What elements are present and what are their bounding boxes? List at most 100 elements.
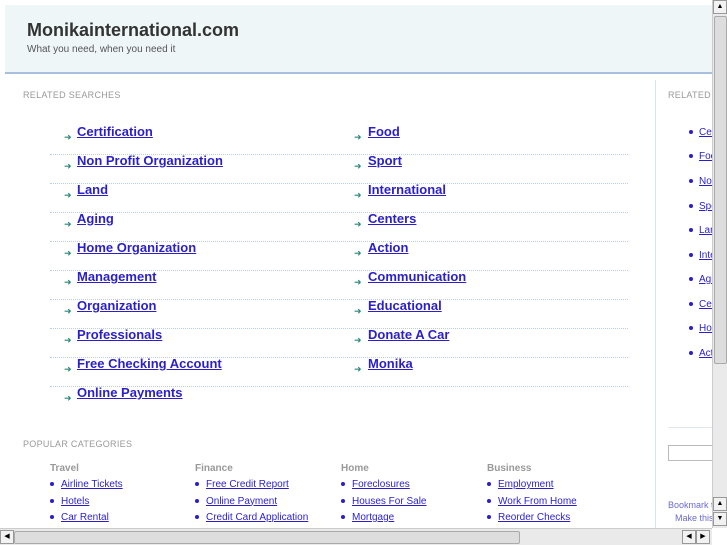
sidebar-link[interactable]: Aging: [699, 274, 712, 285]
category-item[interactable]: Mortgage: [341, 512, 394, 523]
horizontal-scroll-thumb[interactable]: [14, 531, 520, 544]
vertical-scroll-thumb[interactable]: [714, 16, 727, 364]
related-link[interactable]: Centers: [368, 211, 416, 226]
related-link[interactable]: Land: [77, 182, 108, 197]
bookmark-link[interactable]: Bookmark this page: [668, 500, 712, 510]
related-link[interactable]: Management: [77, 269, 156, 284]
sidebar-link[interactable]: International: [699, 250, 712, 261]
sidebar-item[interactable]: Home Organization: [689, 323, 712, 334]
category-link[interactable]: Foreclosures: [352, 479, 410, 490]
category-item[interactable]: Reorder Checks: [487, 512, 570, 523]
sidebar-link[interactable]: Sport: [699, 201, 712, 212]
category-link[interactable]: Free Credit Report: [206, 479, 289, 490]
sidebar-item[interactable]: Land: [689, 225, 712, 236]
category-item[interactable]: Free Credit Report: [195, 479, 289, 490]
sidebar-item[interactable]: Non Profit Organization: [689, 176, 712, 187]
arrow-icon: ➜: [64, 393, 72, 403]
arrow-icon: ➜: [354, 364, 362, 374]
arrow-icon: ➜: [64, 190, 72, 200]
sidebar-heading: RELATED: [668, 90, 711, 100]
related-link[interactable]: Non Profit Organization: [77, 153, 223, 168]
category-title: Business: [487, 463, 532, 474]
related-link[interactable]: Aging: [77, 211, 114, 226]
arrow-icon: ➜: [64, 306, 72, 316]
related-row: ➜ Non Profit Organization ➜ Sport: [50, 153, 628, 184]
related-link[interactable]: Organization: [77, 298, 156, 313]
category-link[interactable]: Mortgage: [352, 512, 394, 523]
related-row: ➜ Home Organization ➜ Action: [50, 240, 628, 271]
category-link[interactable]: Hotels: [61, 496, 89, 507]
category-item[interactable]: Work From Home: [487, 496, 577, 507]
arrow-icon: ➜: [354, 190, 362, 200]
scroll-left-icon[interactable]: ◀: [0, 530, 14, 544]
sidebar-link[interactable]: Home Organization: [699, 323, 712, 334]
sidebar-link[interactable]: Non Profit Organization: [699, 176, 712, 187]
related-row: ➜ Aging ➜ Centers: [50, 211, 628, 242]
scroll-down-icon[interactable]: ▼: [713, 512, 727, 526]
category-item[interactable]: Online Payment: [195, 496, 277, 507]
related-link[interactable]: Monika: [368, 356, 413, 371]
bullet-icon: [50, 482, 54, 487]
category-title: Finance: [195, 463, 233, 474]
sidebar-item[interactable]: Aging: [689, 274, 712, 285]
category-title: Home: [341, 463, 369, 474]
bullet-icon: [50, 498, 54, 503]
scroll-left-icon[interactable]: ◀: [682, 530, 696, 544]
popular-categories-heading: POPULAR CATEGORIES: [23, 439, 133, 449]
sidebar-link[interactable]: Land: [699, 225, 712, 236]
sidebar-link[interactable]: Certification: [699, 127, 712, 138]
category-link[interactable]: Houses For Sale: [352, 496, 426, 507]
related-link[interactable]: Food: [368, 124, 400, 139]
scroll-right-icon[interactable]: ▶: [696, 530, 710, 544]
related-link[interactable]: Professionals: [77, 327, 162, 342]
sidebar-link[interactable]: Action: [699, 348, 712, 359]
category-link[interactable]: Online Payment: [206, 496, 277, 507]
sidebar-item[interactable]: Action: [689, 348, 712, 359]
scroll-up-icon[interactable]: ▲: [713, 0, 727, 14]
category-link[interactable]: Reorder Checks: [498, 512, 570, 523]
homepage-link[interactable]: Make this your homepage: [675, 513, 712, 523]
category-link[interactable]: Work From Home: [498, 496, 577, 507]
sidebar-item[interactable]: Sport: [689, 201, 712, 212]
category-link[interactable]: Airline Tickets: [61, 479, 123, 490]
bullet-icon: [341, 515, 345, 520]
sidebar-item[interactable]: Certification: [689, 127, 712, 138]
related-link[interactable]: Communication: [368, 269, 466, 284]
sidebar-divider: [668, 427, 712, 428]
arrow-icon: ➜: [354, 335, 362, 345]
related-link[interactable]: Educational: [368, 298, 442, 313]
vertical-scrollbar[interactable]: ▲ ▲ ▼: [712, 0, 727, 528]
scroll-up-icon[interactable]: ▲: [713, 497, 727, 511]
category-item[interactable]: Foreclosures: [341, 479, 410, 490]
sidebar-search-input[interactable]: [668, 445, 712, 461]
related-link[interactable]: Free Checking Account: [77, 356, 222, 371]
sidebar-item[interactable]: Food: [689, 151, 712, 162]
category-link[interactable]: Employment: [498, 479, 554, 490]
related-link[interactable]: Certification: [77, 124, 153, 139]
related-link[interactable]: Action: [368, 240, 408, 255]
sidebar-link[interactable]: Centers: [699, 299, 712, 310]
category-item[interactable]: Credit Card Application: [195, 512, 308, 523]
arrow-icon: ➜: [64, 364, 72, 374]
related-link[interactable]: Sport: [368, 153, 402, 168]
category-item[interactable]: Car Rental: [50, 512, 109, 523]
sidebar-item[interactable]: Centers: [689, 299, 712, 310]
related-link[interactable]: Online Payments: [77, 385, 182, 400]
bullet-icon: [689, 228, 693, 233]
site-tagline: What you need, when you need it: [27, 44, 176, 55]
category-item[interactable]: Hotels: [50, 496, 89, 507]
bullet-icon: [341, 482, 345, 487]
related-link[interactable]: Home Organization: [77, 240, 196, 255]
category-item[interactable]: Houses For Sale: [341, 496, 426, 507]
related-link[interactable]: International: [368, 182, 446, 197]
category-link[interactable]: Car Rental: [61, 512, 109, 523]
horizontal-scrollbar[interactable]: ◀ ◀ ▶: [0, 528, 712, 545]
arrow-icon: ➜: [64, 248, 72, 258]
category-link[interactable]: Credit Card Application: [206, 512, 308, 523]
sidebar-link[interactable]: Food: [699, 151, 712, 162]
category-item[interactable]: Employment: [487, 479, 554, 490]
related-link[interactable]: Donate A Car: [368, 327, 449, 342]
site-header: Monikainternational.com What you need, w…: [5, 5, 712, 74]
category-item[interactable]: Airline Tickets: [50, 479, 123, 490]
sidebar-item[interactable]: International: [689, 250, 712, 261]
